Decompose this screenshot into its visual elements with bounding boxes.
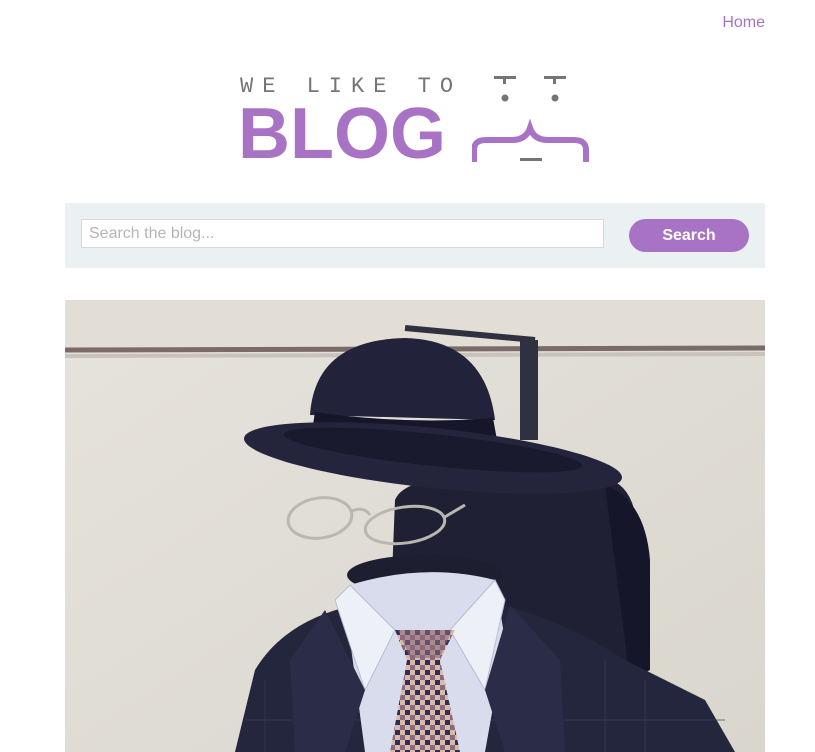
- search-input[interactable]: [81, 219, 604, 248]
- site-logo[interactable]: WE LIKE TO BLOG: [238, 70, 594, 170]
- top-nav: Home: [722, 14, 765, 32]
- search-button[interactable]: Search: [629, 219, 749, 252]
- search-bar: Search: [65, 203, 765, 268]
- post-featured-image[interactable]: [65, 300, 765, 752]
- invisible-man-photo: [65, 300, 765, 752]
- logo-face-icon: [472, 76, 589, 162]
- logo-word: BLOG: [238, 94, 446, 174]
- home-link[interactable]: Home: [722, 14, 765, 31]
